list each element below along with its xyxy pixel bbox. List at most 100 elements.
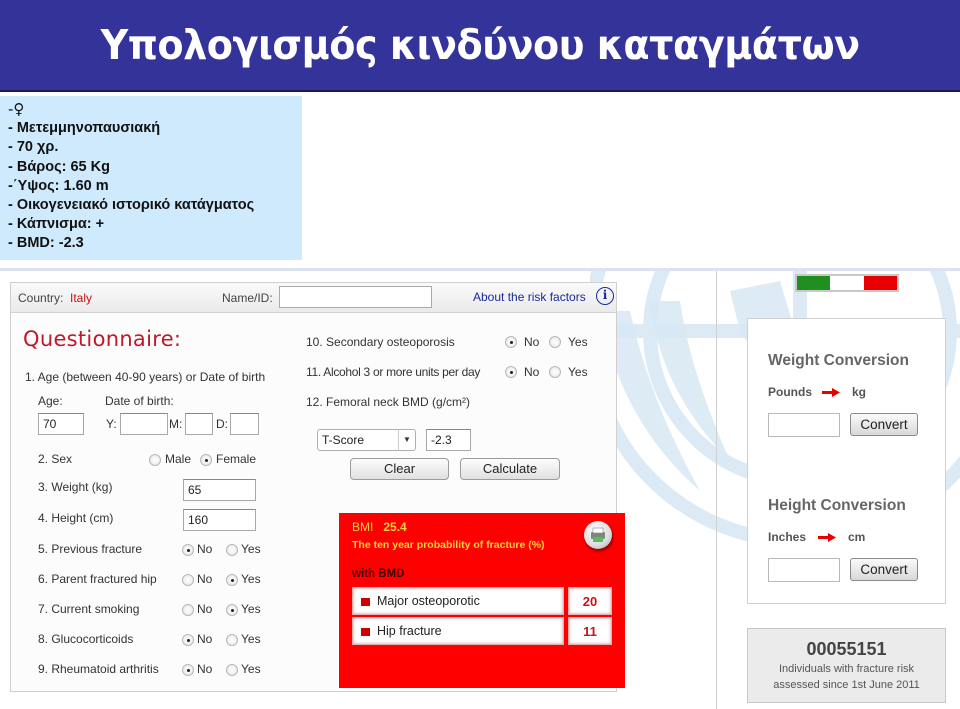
country-value[interactable]: Italy	[70, 291, 92, 305]
q7-current-smoking-label: 7. Current smoking	[38, 602, 140, 616]
q5-previous-fracture-label: 5. Previous fracture	[38, 542, 143, 556]
patient-line-age: - 70 χρ.	[8, 139, 59, 156]
q11-alcohol-label: 11. Alcohol 3 or more units per day	[306, 365, 481, 379]
q7-no-radio[interactable]	[182, 604, 194, 616]
name-id-label: Name/ID:	[222, 291, 273, 305]
kg-label: kg	[852, 385, 867, 399]
name-id-input[interactable]	[279, 286, 432, 308]
probability-title: The ten year probability of fracture (%)	[352, 539, 545, 551]
weight-input[interactable]: 65	[183, 479, 256, 501]
q5-no-radio[interactable]	[182, 544, 194, 556]
yes-label: Yes	[241, 602, 261, 616]
no-label: No	[197, 632, 213, 646]
assessment-counter: 00055151 Individuals with fracture risk …	[747, 628, 946, 703]
result-label: Hip fracture	[377, 624, 442, 638]
weight-conversion-title: Weight Conversion	[768, 352, 909, 369]
bmd-type-selected: T-Score	[322, 433, 365, 447]
result-row-hip-fracture: Hip fracture	[352, 617, 564, 645]
questionnaire-title: Questionnaire:	[23, 327, 182, 351]
bmi-label: BMI	[352, 520, 374, 534]
bmd-type-select[interactable]: T-Score ▼	[317, 429, 416, 451]
calculate-button[interactable]: Calculate	[460, 458, 560, 480]
result-row-major-osteoporotic: Major osteoporotic	[352, 587, 564, 615]
inches-label: Inches	[768, 530, 807, 544]
dob-day-input[interactable]	[230, 413, 259, 435]
frax-calculator-screenshot: Country: Italy Name/ID: About the risk f…	[0, 268, 960, 709]
dob-month-input[interactable]	[185, 413, 213, 435]
q10-secondary-osteoporosis-label: 10. Secondary osteoporosis	[306, 335, 455, 349]
bullet-square-icon	[361, 598, 370, 606]
patient-line-smoking: - Κάπνισμα: +	[8, 216, 105, 233]
counter-number: 00055151	[806, 639, 887, 659]
about-risk-factors-link[interactable]: About the risk factors	[473, 290, 586, 304]
q4-height-label: 4. Height (cm)	[38, 511, 114, 525]
bmi-value: 25.4	[383, 520, 407, 534]
height-convert-button[interactable]: Convert	[850, 558, 918, 581]
clear-button[interactable]: Clear	[350, 458, 449, 480]
dropdown-arrow-icon[interactable]: ▼	[398, 430, 415, 450]
sex-female-radio[interactable]	[200, 454, 212, 466]
q10-no-radio[interactable]	[505, 336, 517, 348]
patient-line-menopause: - Μετεμμηνοπαυσιακή	[8, 120, 161, 137]
no-label: No	[524, 365, 540, 379]
arrow-right-icon	[822, 388, 840, 397]
q6-no-radio[interactable]	[182, 574, 194, 586]
printer-icon[interactable]	[584, 521, 612, 549]
yes-label: Yes	[568, 335, 588, 349]
no-label: No	[197, 662, 213, 676]
yes-label: Yes	[241, 632, 261, 646]
info-icon[interactable]: i	[596, 287, 614, 305]
fracture-risk-result: BMI 25.4 The ten year probability of frac…	[339, 513, 625, 688]
dob-label: Date of birth:	[105, 394, 174, 408]
patient-info-box: -♀ - Μετεμμηνοπαυσιακή - 70 χρ. - Βάρος:…	[0, 96, 302, 260]
counter-description-line1: Individuals with fracture risk	[778, 663, 915, 675]
age-field-label: Age:	[38, 394, 63, 408]
cm-label: cm	[848, 530, 866, 544]
q6-yes-radio[interactable]	[226, 574, 238, 586]
calculator-top-bar: Country: Italy Name/ID: About the risk f…	[11, 283, 616, 313]
height-input[interactable]: 160	[183, 509, 256, 531]
q9-no-radio[interactable]	[182, 664, 194, 676]
column-divider	[716, 271, 717, 709]
pounds-label: Pounds	[768, 385, 812, 399]
yes-label: Yes	[241, 572, 261, 586]
height-conversion-title: Height Conversion	[768, 497, 906, 514]
patient-line-sex: -♀	[8, 100, 25, 118]
q11-no-radio[interactable]	[505, 366, 517, 378]
q9-rheumatoid-arthritis-label: 9. Rheumatoid arthritis	[38, 662, 159, 676]
q5-yes-radio[interactable]	[226, 544, 238, 556]
no-label: No	[197, 542, 213, 556]
weight-convert-button[interactable]: Convert	[850, 413, 918, 436]
yes-label: Yes	[241, 542, 261, 556]
yes-label: Yes	[568, 365, 588, 379]
inches-input[interactable]	[768, 558, 840, 582]
q2-sex-label: 2. Sex	[38, 452, 73, 466]
conversion-panel: Weight Conversion Pounds kg Convert Heig…	[747, 318, 946, 604]
sex-female-label: Female	[216, 452, 257, 466]
month-label: M:	[169, 417, 183, 431]
no-label: No	[197, 602, 213, 616]
yes-label: Yes	[241, 662, 261, 676]
sex-male-label: Male	[165, 452, 192, 466]
bmi-readout: BMI 25.4	[352, 520, 407, 534]
patient-line-height: -΄Υψος: 1.60 m	[8, 177, 109, 194]
q10-yes-radio[interactable]	[549, 336, 561, 348]
italy-flag-icon[interactable]	[795, 274, 899, 292]
slide-title-banner: Υπολογισμός κινδύνου καταγμάτων	[0, 0, 960, 92]
sex-male-radio[interactable]	[149, 454, 161, 466]
age-input[interactable]: 70	[38, 413, 84, 435]
patient-line-bmd: - BMD: -2.3	[8, 235, 84, 252]
q7-yes-radio[interactable]	[226, 604, 238, 616]
dob-year-input[interactable]	[120, 413, 168, 435]
q11-yes-radio[interactable]	[549, 366, 561, 378]
q9-yes-radio[interactable]	[226, 664, 238, 676]
q8-no-radio[interactable]	[182, 634, 194, 646]
q12-femoral-neck-bmd-label: 12. Femoral neck BMD (g/cm²)	[306, 395, 471, 409]
q1-age-label: 1. Age (between 40-90 years) or Date of …	[25, 370, 266, 384]
patient-line-weight: - Βάρος: 65 Kg	[8, 158, 110, 175]
pounds-input[interactable]	[768, 413, 840, 437]
bmd-value-input[interactable]: -2.3	[426, 429, 471, 451]
q8-yes-radio[interactable]	[226, 634, 238, 646]
patient-line-family-history: - Οικογενειακό ιστορικό κατάγματος	[8, 197, 255, 214]
hip-fracture-value: 11	[568, 617, 612, 645]
